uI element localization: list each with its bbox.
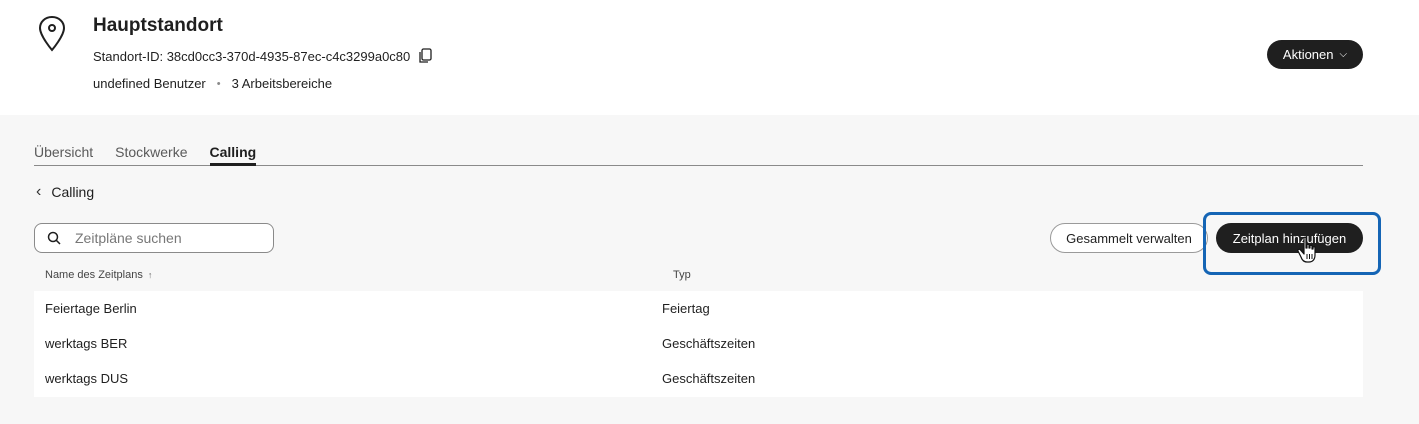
location-meta: undefined Benutzer • 3 Arbeitsbereiche bbox=[93, 76, 332, 91]
schedule-type: Feiertag bbox=[662, 301, 710, 316]
schedule-type: Geschäftszeiten bbox=[662, 336, 756, 351]
schedule-name: werktags BER bbox=[45, 336, 128, 351]
add-schedule-button[interactable]: Zeitplan hinzufügen bbox=[1216, 223, 1363, 253]
schedule-search[interactable] bbox=[34, 223, 274, 253]
hand-pointer-cursor-icon bbox=[1297, 236, 1316, 263]
location-pin-icon bbox=[38, 15, 66, 52]
bulk-manage-button[interactable]: Gesammelt verwalten bbox=[1050, 223, 1208, 253]
actions-button-label: Aktionen bbox=[1282, 47, 1334, 62]
tab-overview[interactable]: Übersicht bbox=[34, 144, 93, 166]
page-title: Hauptstandort bbox=[93, 15, 223, 36]
location-header: Hauptstandort Standort-ID: 38cd0cc3-370d… bbox=[0, 0, 1419, 115]
copy-icon[interactable] bbox=[418, 48, 432, 64]
column-header-name[interactable]: Name des Zeitplans ↑ bbox=[45, 269, 152, 281]
table-row[interactable]: werktags DUS Geschäftszeiten bbox=[34, 361, 1363, 396]
schedule-table: Feiertage Berlin Feiertag werktags BER G… bbox=[34, 291, 1363, 397]
tab-bar: Übersicht Stockwerke Calling bbox=[34, 144, 1363, 166]
chevron-down-icon: ⌵ bbox=[1339, 49, 1348, 60]
tab-floors[interactable]: Stockwerke bbox=[115, 144, 187, 166]
meta-separator: • bbox=[216, 77, 221, 90]
users-count: undefined Benutzer bbox=[93, 76, 206, 91]
back-link-label: Calling bbox=[51, 184, 95, 200]
location-id-text: Standort-ID: 38cd0cc3-370d-4935-87ec-c4c… bbox=[93, 48, 411, 64]
workspaces-count: 3 Arbeitsbereiche bbox=[231, 76, 333, 91]
sort-ascending-icon: ↑ bbox=[147, 270, 153, 280]
schedule-type: Geschäftszeiten bbox=[662, 371, 756, 386]
schedule-name: Feiertage Berlin bbox=[45, 301, 137, 316]
column-header-name-label: Name des Zeitplans bbox=[45, 269, 143, 281]
search-input[interactable] bbox=[75, 230, 255, 246]
column-header-type[interactable]: Typ bbox=[673, 269, 691, 281]
back-link-calling[interactable]: ‹ Calling bbox=[36, 183, 94, 201]
table-row[interactable]: Feiertage Berlin Feiertag bbox=[34, 291, 1363, 326]
location-id-line: Standort-ID: 38cd0cc3-370d-4935-87ec-c4c… bbox=[93, 48, 432, 64]
schedule-name: werktags DUS bbox=[45, 371, 129, 386]
actions-button[interactable]: Aktionen ⌵ bbox=[1267, 40, 1363, 69]
chevron-left-icon: ‹ bbox=[36, 183, 42, 200]
tab-calling[interactable]: Calling bbox=[209, 144, 257, 166]
search-icon bbox=[47, 231, 61, 245]
table-row[interactable]: werktags BER Geschäftszeiten bbox=[34, 326, 1363, 361]
